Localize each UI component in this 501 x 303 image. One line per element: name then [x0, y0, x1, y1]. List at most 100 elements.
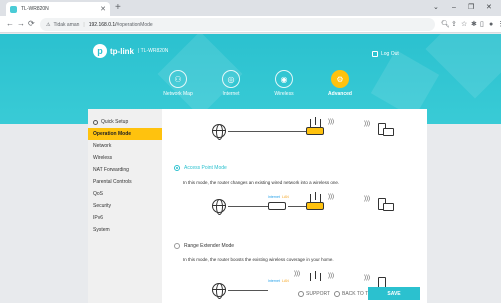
sidebar-menu: Quick Setup Operation Mode Network Wirel… [88, 109, 162, 303]
maximize-icon[interactable]: ❐ [468, 2, 474, 14]
sidebar-item-parental-controls[interactable]: Parental Controls [88, 176, 162, 188]
minimize-icon[interactable]: – [452, 2, 456, 14]
antenna [310, 273, 312, 281]
operation-mode-panel: ))) ))) Access Point Mode In this mode, … [162, 109, 427, 303]
new-tab-button[interactable]: + [115, 2, 121, 14]
sidebar-item-label: Wireless [93, 155, 113, 161]
sidebar-item-ipv6[interactable]: IPv6 [88, 212, 162, 224]
support-button[interactable]: SUPPORT [298, 291, 330, 297]
zoom-icon[interactable]: 🔍︎ [441, 20, 450, 29]
sidebar-item-label: Quick Setup [101, 119, 129, 125]
tplink-logo-icon: p [93, 44, 107, 58]
warning-icon: ⚠ [46, 21, 51, 28]
tab-search-chevron-icon[interactable]: ⌄ [433, 2, 439, 14]
nav-advanced[interactable]: ⚙ Advanced [310, 70, 370, 97]
nav-label: Wireless [274, 91, 294, 97]
sidebar-item-label: Operation Mode [93, 131, 132, 137]
range-extender-radio[interactable] [174, 243, 180, 249]
sidebar-item-qos[interactable]: QoS [88, 188, 162, 200]
sidebar-item-quick-setup[interactable]: Quick Setup [88, 116, 162, 128]
url-hash: #operationMode [116, 21, 153, 28]
tplink-logo[interactable]: p tp-link | TL-WR820N [93, 44, 168, 58]
bookmark-star-icon[interactable]: ☆ [461, 20, 467, 29]
access-point-description: In this mode, the router changes an exis… [183, 180, 340, 185]
router-mode-diagram: ))) ))) [202, 115, 412, 147]
browser-tab-title: TL-WR820N [21, 6, 49, 12]
support-icon [298, 291, 304, 297]
antenna [315, 117, 317, 125]
logout-button[interactable]: Log Out [372, 51, 399, 57]
sidebar-item-network[interactable]: Network [88, 140, 162, 152]
forward-icon[interactable]: → [17, 19, 25, 29]
nav-label: Advanced [328, 91, 352, 97]
internet-globe-icon [212, 124, 226, 140]
sidebar-item-wireless[interactable]: Wireless [88, 152, 162, 164]
globe-icon: ◎ [222, 70, 240, 88]
internet-label: Internet [268, 279, 280, 283]
menu-icon[interactable]: ⋮ [497, 20, 501, 29]
wifi-signal-icon: ))) [364, 275, 370, 281]
back-icon[interactable]: ← [6, 19, 14, 29]
close-window-icon[interactable]: ✕ [486, 2, 492, 14]
wifi-signal-icon: ))) [364, 196, 370, 202]
close-tab-icon[interactable]: ✕ [100, 5, 106, 13]
wifi-signal-icon: ))) [328, 194, 334, 200]
browser-tab[interactable]: TL-WR820N ✕ [6, 2, 110, 16]
profile-icon[interactable]: ● [489, 20, 493, 29]
range-extender-description: In this mode, the router boosts the exis… [183, 257, 334, 262]
security-label: Tidak aman [53, 21, 80, 28]
antenna [310, 194, 312, 202]
sidebar-item-label: QoS [93, 191, 104, 197]
content-card: Quick Setup Operation Mode Network Wirel… [88, 109, 427, 303]
sidebar-item-label: Network [93, 143, 112, 149]
access-point-diagram: Internet LAN ))) ))) [202, 189, 412, 221]
connection-line [228, 206, 268, 207]
internet-globe-icon [212, 199, 226, 215]
extensions-icon[interactable]: ✱ [471, 20, 477, 29]
lan-label: LAN [282, 279, 289, 283]
connection-line [288, 206, 306, 207]
wifi-signal-icon: ))) [328, 273, 334, 279]
url-host: 192.168.0.1/ [88, 21, 117, 28]
brand-name: tp-link [110, 46, 134, 56]
browser-tab-strip: TL-WR820N ✕ + ⌄ – ❐ ✕ [0, 0, 501, 16]
nav-internet[interactable]: ◎ Internet [201, 70, 261, 97]
reload-icon[interactable]: ⟳ [28, 19, 35, 29]
laptop-icon [383, 128, 394, 136]
url-separator: | [83, 21, 85, 28]
wifi-signal-icon: ))) [328, 119, 334, 125]
sidebar-item-nat-forwarding[interactable]: NAT Forwarding [88, 164, 162, 176]
logout-label: Log Out [381, 51, 399, 57]
sidebar-item-operation-mode[interactable]: Operation Mode [88, 128, 162, 140]
sidebar-item-system[interactable]: System [88, 224, 162, 236]
sidebar-item-label: Security [93, 203, 112, 209]
address-bar[interactable]: ⚠ Tidak aman | 192.168.0.1/ #operationMo… [40, 18, 435, 31]
support-label: SUPPORT [306, 291, 331, 297]
model-name: | TL-WR820N [138, 48, 169, 54]
network-map-icon: ⚇ [169, 70, 187, 88]
access-point-title: Access Point Mode [184, 165, 227, 171]
decor-shape [370, 49, 440, 119]
nav-label: Network Map [163, 91, 193, 97]
range-extender-mode-option[interactable]: Range Extender Mode [174, 243, 234, 249]
save-button[interactable]: SAVE [368, 287, 420, 300]
antenna [310, 119, 312, 127]
nav-wireless[interactable]: ◉ Wireless [254, 70, 314, 97]
share-icon[interactable]: ⇪ [451, 20, 457, 29]
wifi-signal-icon: ))) [364, 121, 370, 127]
antenna [320, 194, 322, 202]
logout-icon [372, 51, 378, 57]
nav-label: Internet [222, 91, 240, 97]
wifi-signal-icon: ))) [294, 271, 300, 277]
sidebar-item-label: Parental Controls [93, 179, 132, 185]
lan-label: LAN [282, 195, 289, 199]
access-point-mode-option[interactable]: Access Point Mode [174, 165, 227, 171]
sidebar-item-security[interactable]: Security [88, 200, 162, 212]
internet-globe-icon [212, 283, 226, 299]
tplink-favicon-icon [10, 5, 17, 13]
nav-network-map[interactable]: ⚇ Network Map [148, 70, 208, 97]
access-point-radio[interactable] [174, 165, 180, 171]
sidepanel-icon[interactable]: ▯ [480, 20, 484, 29]
sidebar-item-label: NAT Forwarding [93, 167, 129, 173]
back-to-top-icon [334, 291, 340, 297]
